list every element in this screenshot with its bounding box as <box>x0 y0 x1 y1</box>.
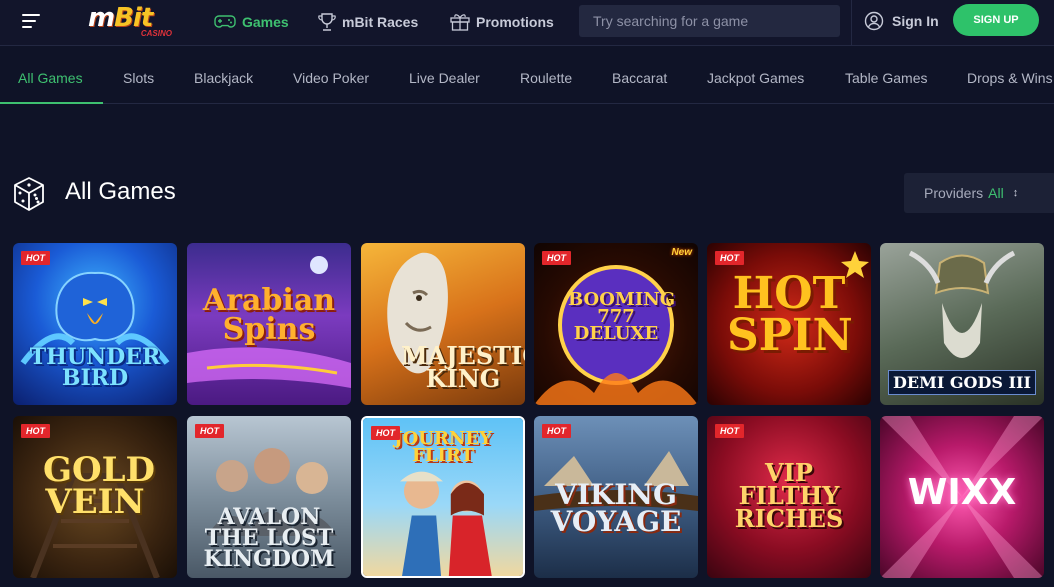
game-title: WIXX <box>907 472 1017 513</box>
nav-games[interactable]: Games <box>214 12 289 32</box>
hot-badge: HOT <box>21 251 50 265</box>
gift-icon <box>450 14 470 31</box>
game-title: AVALON THE LOST KINGDOM <box>203 504 335 573</box>
gamepad-icon <box>214 15 236 28</box>
game-tile-journey-flirt[interactable]: JOURNEY FLIRT HOT <box>361 416 525 578</box>
game-tile-majestic-king[interactable]: MAJESTIC KING <box>361 243 525 405</box>
hamburger-menu-icon[interactable] <box>22 14 40 30</box>
game-title: BOOMING 777 DELUXE <box>568 289 676 345</box>
game-title: Arabian Spins <box>202 283 336 347</box>
top-bar: mBit CASINO Games mBit Races Promotions … <box>0 0 1054 46</box>
nav-promotions[interactable]: Promotions <box>450 12 554 32</box>
game-tile-demi-gods-iii[interactable]: DEMI GODS III <box>880 243 1044 405</box>
game-tile-vip-filthy-riches[interactable]: VIP FILTHY RICHES HOT <box>707 416 871 578</box>
nav-games-label: Games <box>242 14 289 30</box>
active-tab-indicator <box>0 102 103 104</box>
game-tile-avalon-the-lost-kingdom[interactable]: AVALON THE LOST KINGDOM HOT <box>187 416 351 578</box>
search-input[interactable] <box>579 5 840 37</box>
sign-in-link[interactable]: Sign In <box>864 10 939 32</box>
game-title: GOLD VEIN <box>43 450 156 523</box>
game-title: THUNDER BIRD <box>29 344 161 392</box>
game-tile-viking-voyage[interactable]: VIKING VOYAGE HOT <box>534 416 698 578</box>
user-icon <box>864 11 884 31</box>
providers-dropdown[interactable]: Providers All ↕ <box>904 173 1054 213</box>
tab-roulette[interactable]: Roulette <box>520 52 572 104</box>
logo-subtext: CASINO <box>140 29 172 38</box>
mbit-logo[interactable]: mBit CASINO <box>88 3 178 39</box>
trophy-icon <box>318 13 336 31</box>
section-header: All Games Providers All ↕ <box>12 172 1054 216</box>
game-title: VIP FILTHY RICHES <box>734 458 844 533</box>
category-tabs: All Games Slots Blackjack Video Poker Li… <box>0 52 1054 104</box>
hot-badge: HOT <box>195 424 224 438</box>
game-title: VIKING VOYAGE <box>550 478 682 538</box>
nav-mbit-races[interactable]: mBit Races <box>318 12 418 32</box>
game-title: DEMI GODS III <box>888 369 1036 395</box>
tab-video-poker[interactable]: Video Poker <box>293 52 369 104</box>
chevron-up-down-icon: ↕ <box>1012 187 1019 199</box>
game-tile-booming-777-deluxe[interactable]: BOOMING 777 DELUXE HOT New <box>534 243 698 405</box>
hot-badge: HOT <box>371 426 400 440</box>
tab-all-games[interactable]: All Games <box>18 52 83 104</box>
hot-badge: HOT <box>542 251 571 265</box>
game-tile-wixx[interactable]: WIXX <box>880 416 1044 578</box>
providers-label: Providers <box>924 185 984 201</box>
dice-icon <box>14 177 44 211</box>
hot-badge: HOT <box>542 424 571 438</box>
game-title: HOT SPIN <box>727 268 853 361</box>
tab-jackpot-games[interactable]: Jackpot Games <box>707 52 804 104</box>
hot-badge: HOT <box>715 424 744 438</box>
tab-baccarat[interactable]: Baccarat <box>612 52 667 104</box>
hot-badge: HOT <box>715 251 744 265</box>
hot-badge: HOT <box>21 424 50 438</box>
new-badge: New <box>671 247 692 258</box>
providers-value: All <box>988 185 1004 201</box>
nav-promotions-label: Promotions <box>476 14 554 30</box>
game-title: MAJESTIC KING <box>401 341 525 394</box>
tab-blackjack[interactable]: Blackjack <box>194 52 253 104</box>
tab-drops-wins[interactable]: Drops & Wins <box>967 52 1053 104</box>
game-tile-arabian-spins[interactable]: Arabian Spins <box>187 243 351 405</box>
sign-in-label: Sign In <box>892 13 939 29</box>
nav-races-label: mBit Races <box>342 14 419 30</box>
section-title: All Games <box>65 178 176 205</box>
divider <box>851 0 852 46</box>
game-tile-hot-spin[interactable]: HOT SPIN HOT <box>707 243 871 405</box>
game-tile-thunder-bird[interactable]: THUNDER BIRD HOT <box>13 243 177 405</box>
game-tile-gold-vein[interactable]: GOLD VEIN HOT <box>13 416 177 578</box>
tab-live-dealer[interactable]: Live Dealer <box>409 52 480 104</box>
sign-up-button[interactable]: SIGN UP <box>953 4 1039 36</box>
tab-slots[interactable]: Slots <box>123 52 154 104</box>
tab-table-games[interactable]: Table Games <box>845 52 927 104</box>
